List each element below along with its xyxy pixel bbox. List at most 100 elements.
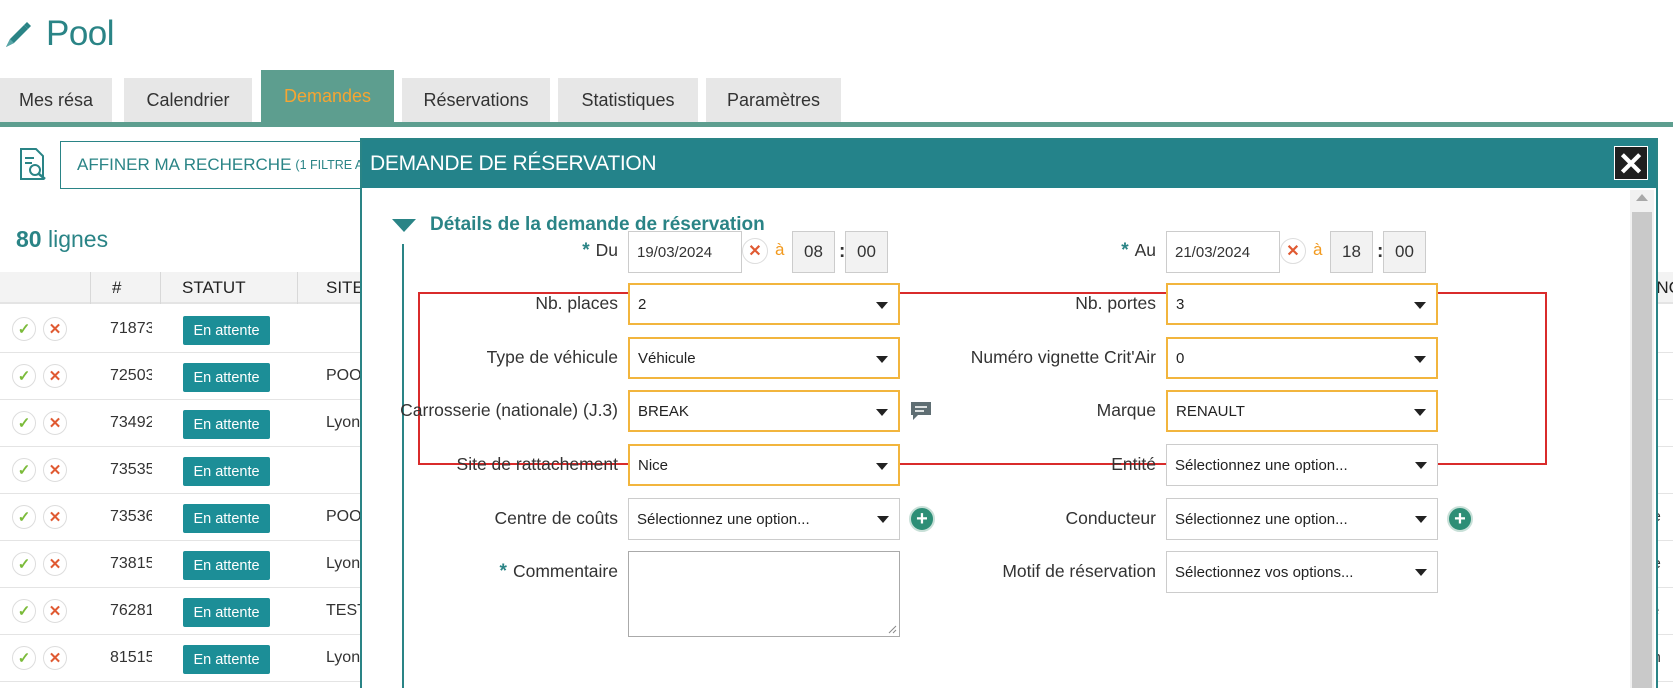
accept-icon[interactable]: ✓	[12, 458, 36, 482]
site-label: Site de rattachement	[456, 454, 618, 474]
required-icon: *	[499, 561, 507, 582]
centre-couts-select[interactable]: Sélectionnez une option...	[628, 498, 900, 540]
reject-icon[interactable]: ✕	[43, 505, 67, 529]
comment-icon[interactable]	[909, 400, 933, 422]
reject-icon[interactable]: ✕	[43, 411, 67, 435]
chevron-down-icon	[1414, 356, 1426, 363]
reject-icon[interactable]: ✕	[43, 599, 67, 623]
from-date-input[interactable]: 19/03/2024	[628, 231, 742, 273]
motif-label: Motif de réservation	[1002, 561, 1156, 581]
chevron-down-icon	[1415, 569, 1427, 576]
to-minute-input[interactable]: 00	[1383, 231, 1426, 273]
critair-select[interactable]: 0	[1166, 337, 1438, 379]
clear-from-date-icon[interactable]: ✕	[742, 238, 768, 264]
nb-places-label: Nb. places	[535, 293, 618, 313]
reject-icon[interactable]: ✕	[43, 458, 67, 482]
row-site: Lyon	[326, 649, 361, 666]
main-tabs: Mes résa Calendrier Demandes Réservation…	[0, 70, 1673, 123]
close-icon[interactable]: ✕	[1614, 146, 1648, 181]
document-search-icon[interactable]	[14, 146, 50, 182]
to-date-input[interactable]: 21/03/2024	[1166, 231, 1280, 273]
motif-value: Sélectionnez vos options...	[1175, 563, 1354, 581]
triangle-down-icon	[392, 218, 416, 232]
resize-grip-icon[interactable]	[887, 624, 897, 634]
nb-portes-select[interactable]: 3	[1166, 283, 1438, 325]
row-num: 76281	[110, 602, 152, 619]
row-site: TEST	[326, 602, 362, 619]
row-num: 71873	[110, 320, 152, 337]
tab-demandes[interactable]: Demandes	[261, 70, 394, 123]
status-badge: En attente	[183, 316, 270, 345]
accept-icon[interactable]: ✓	[12, 411, 36, 435]
type-vehicule-select[interactable]: Véhicule	[628, 337, 900, 379]
chevron-down-icon	[876, 356, 888, 363]
row-num: 73536	[110, 508, 152, 525]
marque-select[interactable]: RENAULT	[1166, 390, 1438, 432]
clear-to-date-icon[interactable]: ✕	[1280, 238, 1306, 264]
scrollbar-thumb[interactable]	[1632, 212, 1652, 688]
accept-icon[interactable]: ✓	[12, 646, 36, 670]
nb-places-value: 2	[638, 295, 647, 313]
critair-value: 0	[1176, 349, 1185, 367]
row-site: POOL	[326, 367, 362, 384]
to-a-label: à	[1313, 240, 1323, 259]
row-num: 81515	[110, 649, 152, 666]
accept-icon[interactable]: ✓	[12, 552, 36, 576]
accept-icon[interactable]: ✓	[12, 599, 36, 623]
accept-icon[interactable]: ✓	[12, 505, 36, 529]
accept-icon[interactable]: ✓	[12, 317, 36, 341]
tab-mes-resa[interactable]: Mes résa	[0, 78, 112, 123]
conducteur-select[interactable]: Sélectionnez une option...	[1166, 498, 1438, 540]
status-badge: En attente	[183, 504, 270, 533]
modal-scrollbar[interactable]	[1630, 190, 1654, 688]
chevron-down-icon	[1415, 462, 1427, 469]
app-header: Pool	[2, 14, 115, 54]
chevron-down-icon	[876, 463, 888, 470]
chevron-down-icon	[876, 409, 888, 416]
header-site[interactable]: SITE	[326, 278, 364, 298]
from-a-label: à	[775, 240, 785, 259]
modal-header: DEMANDE DE RÉSERVATION	[362, 140, 1656, 188]
nb-portes-label: Nb. portes	[1075, 293, 1156, 313]
tab-statistiques[interactable]: Statistiques	[558, 78, 698, 123]
centre-couts-label: Centre de coûts	[494, 508, 618, 528]
row-num: 73815	[110, 555, 152, 572]
from-minute-input[interactable]: 00	[845, 231, 888, 273]
carrosserie-select[interactable]: BREAK	[628, 390, 900, 432]
scroll-up-icon[interactable]	[1636, 194, 1648, 201]
marque-label: Marque	[1096, 400, 1156, 420]
reject-icon[interactable]: ✕	[43, 317, 67, 341]
refine-search-button[interactable]: AFFINER MA RECHERCHE (1 FILTRE APPLIQU	[60, 141, 380, 189]
reject-icon[interactable]: ✕	[43, 646, 67, 670]
tab-calendrier[interactable]: Calendrier	[124, 78, 252, 123]
site-select[interactable]: Nice	[628, 444, 900, 486]
accept-icon[interactable]: ✓	[12, 364, 36, 388]
required-icon: *	[1121, 240, 1129, 261]
carrosserie-label: Carrosserie (nationale) (J.3)	[400, 400, 618, 420]
reject-icon[interactable]: ✕	[43, 364, 67, 388]
row-num: 72503	[110, 367, 152, 384]
add-centre-icon[interactable]: +	[909, 506, 935, 532]
header-num[interactable]: #	[112, 278, 121, 298]
from-hour-input[interactable]: 08	[792, 231, 835, 273]
row-site: Lyon	[326, 414, 361, 431]
motif-select[interactable]: Sélectionnez vos options...	[1166, 551, 1438, 593]
entite-value: Sélectionnez une option...	[1175, 456, 1348, 474]
row-count-number: 80	[16, 226, 42, 252]
tab-reservations[interactable]: Réservations	[402, 78, 550, 123]
tab-parametres[interactable]: Paramètres	[706, 78, 841, 123]
chevron-down-icon	[876, 302, 888, 309]
required-icon: *	[582, 240, 590, 261]
commentaire-textarea[interactable]	[628, 551, 900, 637]
chevron-down-icon	[1414, 409, 1426, 416]
entite-select[interactable]: Sélectionnez une option...	[1166, 444, 1438, 486]
reject-icon[interactable]: ✕	[43, 552, 67, 576]
status-badge: En attente	[183, 551, 270, 580]
nb-places-select[interactable]: 2	[628, 283, 900, 325]
row-site: Lyon	[326, 555, 361, 572]
reservation-request-modal: DEMANDE DE RÉSERVATION ✕ Détails de la d…	[360, 138, 1658, 688]
type-vehicule-label: Type de véhicule	[486, 347, 618, 367]
add-conducteur-icon[interactable]: +	[1447, 506, 1473, 532]
to-hour-input[interactable]: 18	[1330, 231, 1373, 273]
header-status[interactable]: STATUT	[182, 278, 246, 298]
